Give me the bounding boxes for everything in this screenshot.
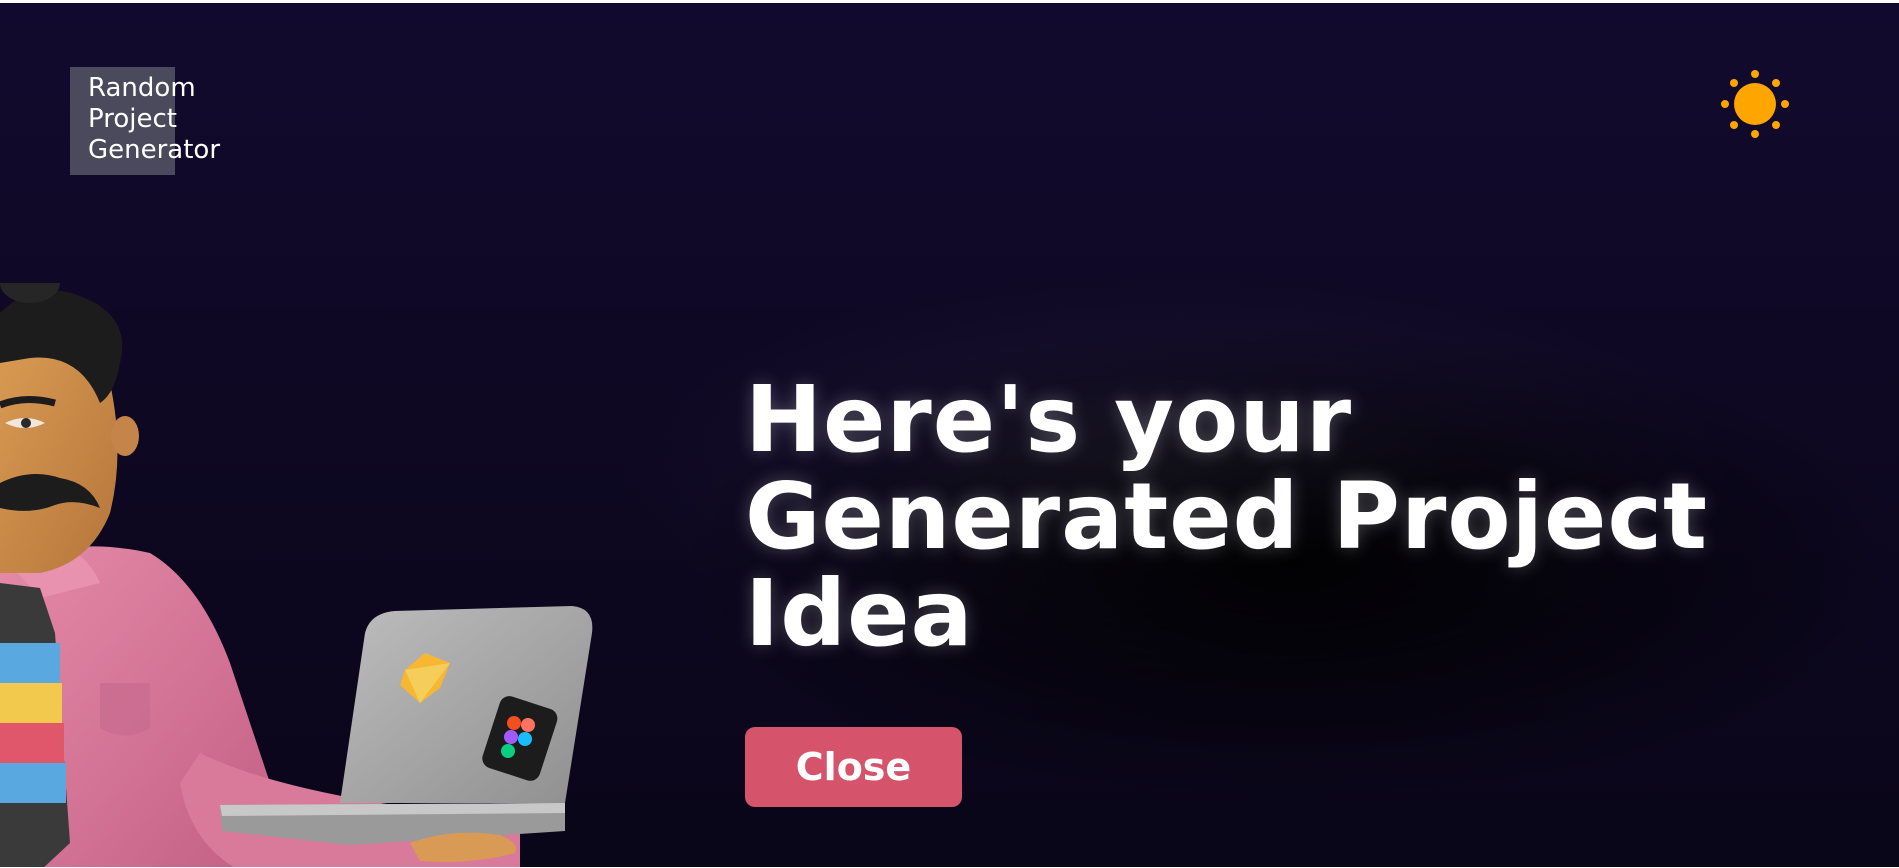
title-line-2: Generated Project [745, 463, 1708, 570]
logo-line-3: Generator [88, 135, 221, 165]
app-frame: Random Project Generator Here's your Gen… [0, 3, 1899, 867]
close-button[interactable]: Close [745, 727, 962, 807]
logo[interactable]: Random Project Generator [88, 73, 220, 166]
developer-illustration [0, 283, 593, 867]
theme-toggle-button[interactable] [1720, 69, 1790, 139]
page-title: Here's your Generated Project Idea [745, 371, 1708, 662]
logo-line-2: Project [88, 104, 177, 134]
sun-icon [1721, 70, 1789, 138]
logo-line-1: Random [88, 73, 196, 103]
title-line-3: Idea [745, 560, 974, 667]
title-line-1: Here's your [745, 366, 1353, 473]
